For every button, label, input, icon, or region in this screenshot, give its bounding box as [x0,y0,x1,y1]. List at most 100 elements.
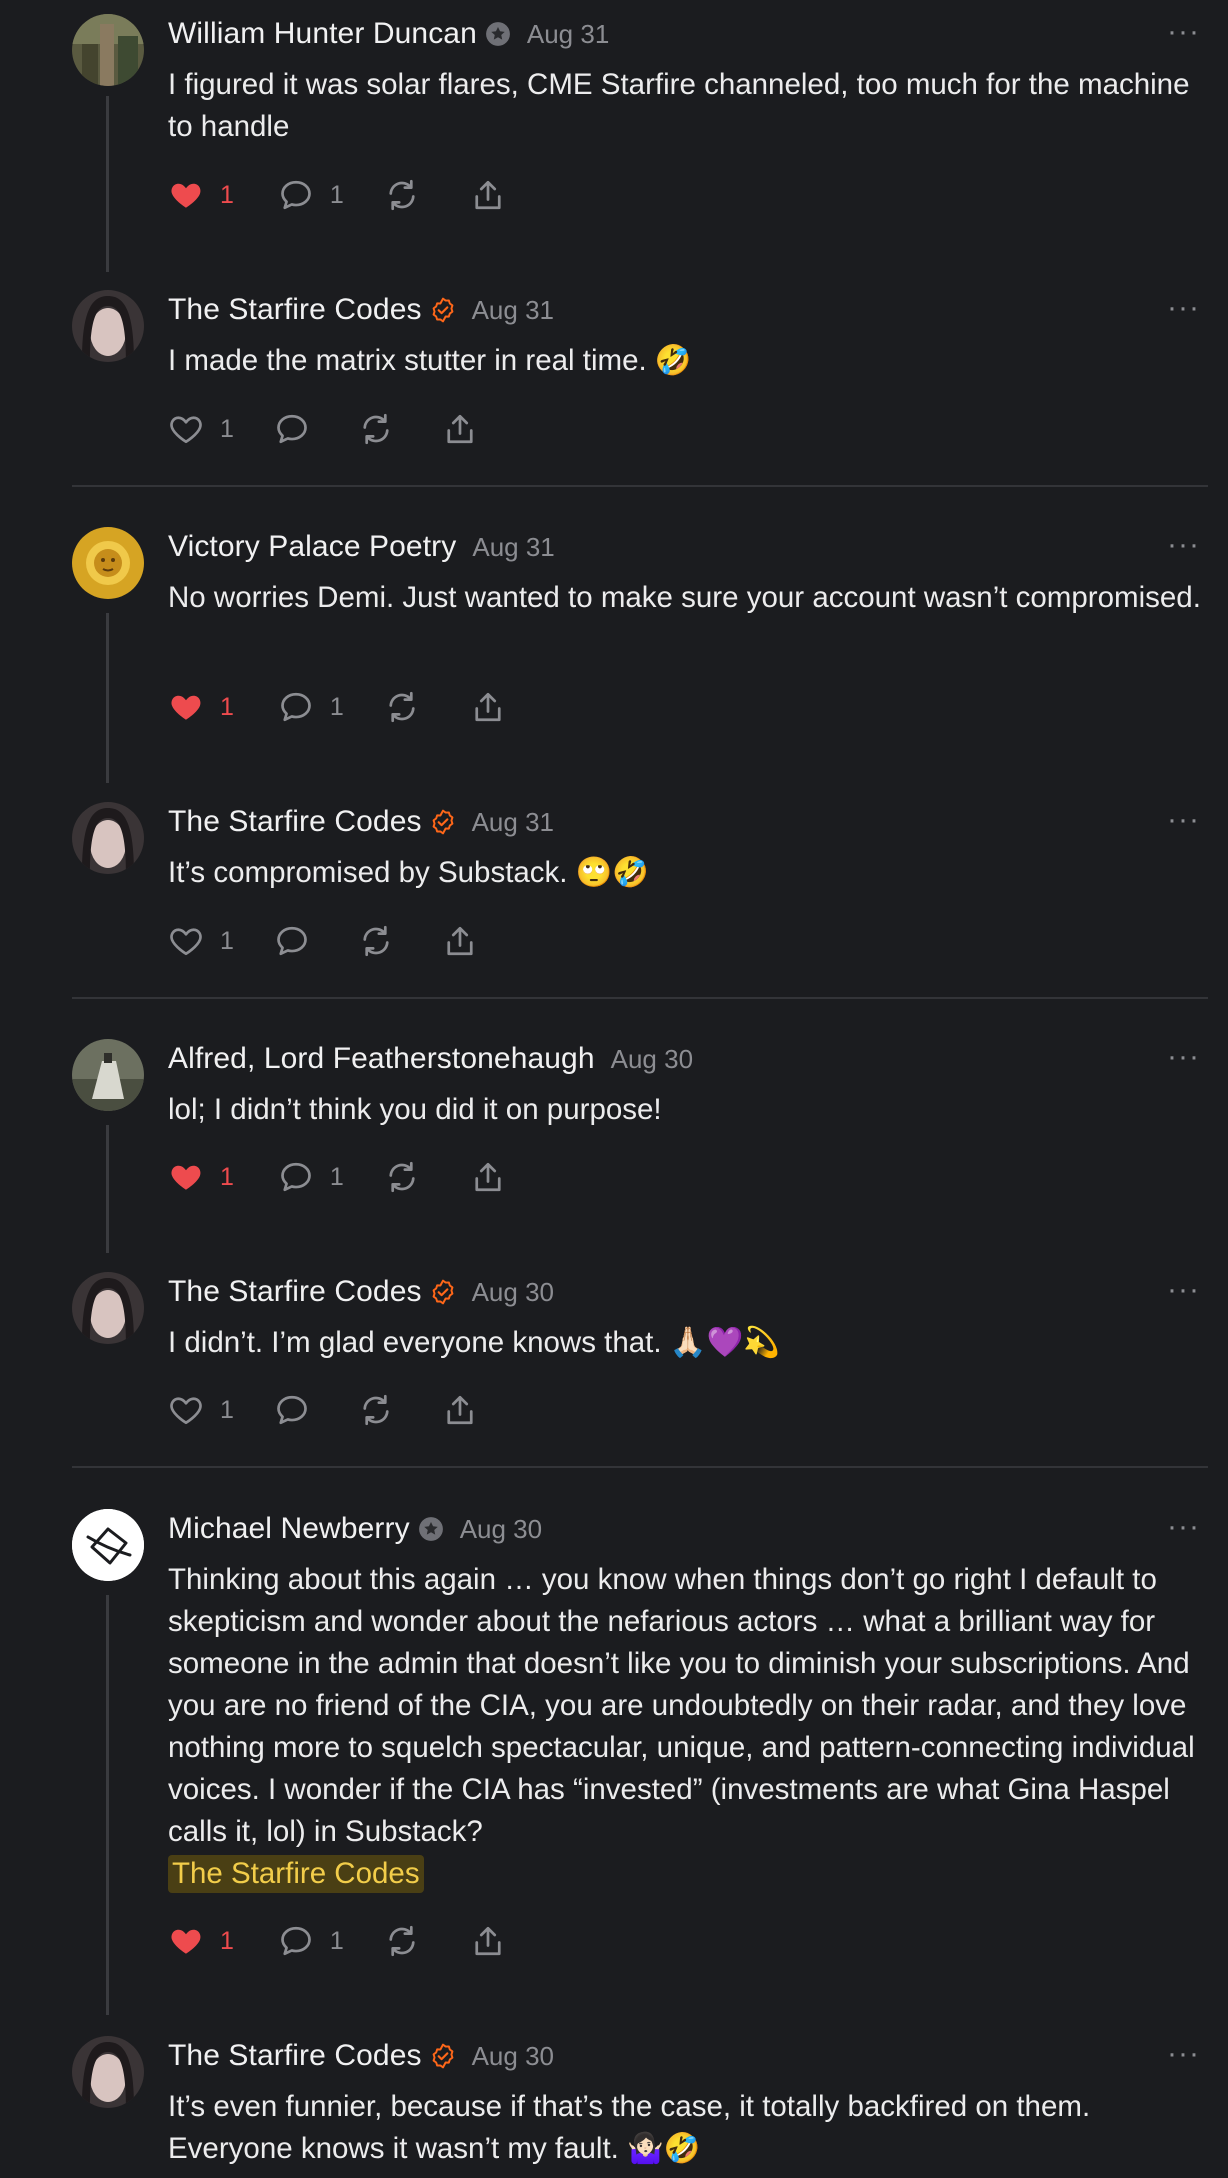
more-options-icon[interactable]: ··· [1167,805,1200,835]
avatar[interactable] [72,1272,144,1344]
verified-check-icon [430,2043,456,2069]
share-button[interactable] [470,177,506,213]
share-icon [442,1392,478,1428]
like-button[interactable]: 1 [168,1923,234,1959]
heart-outline-icon [168,1392,204,1428]
reply-button[interactable] [274,923,310,959]
verified-check-icon [430,297,456,323]
restack-button[interactable] [384,177,420,213]
share-icon [470,1923,506,1959]
thread-divider [72,997,1208,999]
reply-count: 1 [329,180,344,209]
comment-header: The Starfire Codes Aug 31 [168,290,554,330]
author-name[interactable]: The Starfire Codes [168,1275,422,1309]
author-name[interactable]: Michael Newberry [168,1512,410,1546]
comment-actions: 1 [168,921,478,961]
comment-actions: 1 1 [168,687,506,727]
comment-header: Michael Newberry Aug 30 [168,1509,542,1549]
like-button[interactable]: 1 [168,411,234,447]
avatar[interactable] [72,14,144,86]
more-options-icon[interactable]: ··· [1167,1275,1200,1305]
like-count: 1 [220,414,234,443]
restack-button[interactable] [358,411,394,447]
share-icon [442,923,478,959]
avatar[interactable] [72,1509,144,1581]
comment-date[interactable]: Aug 31 [472,295,554,326]
like-button[interactable]: 1 [168,923,234,959]
author-name[interactable]: The Starfire Codes [168,805,422,839]
heart-filled-icon [168,177,204,213]
comment-actions: 1 1 [168,1157,506,1197]
reply-button[interactable] [274,1392,310,1428]
more-options-icon[interactable]: ··· [1167,1042,1200,1072]
share-button[interactable] [442,923,478,959]
comment-icon [278,177,314,213]
restack-button[interactable] [384,1923,420,1959]
like-button[interactable]: 1 [168,1159,234,1195]
like-button[interactable]: 1 [168,1392,234,1428]
share-button[interactable] [470,689,506,725]
comment-date[interactable]: Aug 30 [472,2041,554,2072]
avatar[interactable] [72,802,144,874]
thread-line [106,96,109,272]
thread-divider [72,1466,1208,1468]
more-options-icon[interactable]: ··· [1167,293,1200,323]
restack-icon [358,1392,394,1428]
comment-date[interactable]: Aug 30 [472,1277,554,1308]
author-name[interactable]: William Hunter Duncan [168,17,477,51]
comment-icon [274,923,310,959]
restack-button[interactable] [358,923,394,959]
comment-text: It’s even funnier, because if that’s the… [168,2090,1091,2165]
like-count: 1 [220,1162,234,1191]
heart-outline-icon [168,923,204,959]
comment-date[interactable]: Aug 31 [472,532,554,563]
logo-icon [72,1509,144,1581]
comment-date[interactable]: Aug 31 [472,807,554,838]
more-options-icon[interactable]: ··· [1167,17,1200,47]
verified-check-icon [430,1279,456,1305]
thread-line [106,613,109,783]
more-options-icon[interactable]: ··· [1167,1512,1200,1542]
mention-link[interactable]: The Starfire Codes [168,1855,424,1893]
restack-button[interactable] [384,689,420,725]
share-button[interactable] [470,1159,506,1195]
comment-date[interactable]: Aug 30 [611,1044,693,1075]
comment-actions: 1 [168,409,478,449]
comment-date[interactable]: Aug 31 [527,19,609,50]
like-button[interactable]: 1 [168,689,234,725]
comment-actions: 1 1 [168,175,506,215]
more-options-icon[interactable]: ··· [1167,530,1200,560]
comment-text: lol; I didn’t think you did it on purpos… [168,1093,662,1126]
subscriber-badge-icon [418,1516,444,1542]
share-icon [470,177,506,213]
share-button[interactable] [470,1923,506,1959]
restack-icon [384,1159,420,1195]
author-name[interactable]: Alfred, Lord Featherstonehaugh [168,1042,595,1076]
share-button[interactable] [442,411,478,447]
reply-button[interactable]: 1 [278,177,344,213]
restack-icon [384,1923,420,1959]
like-button[interactable]: 1 [168,177,234,213]
reply-button[interactable] [274,411,310,447]
avatar[interactable] [72,290,144,362]
avatar[interactable] [72,2036,144,2108]
restack-button[interactable] [384,1159,420,1195]
like-count: 1 [220,1395,234,1424]
share-button[interactable] [442,1392,478,1428]
comment-icon [278,1159,314,1195]
avatar[interactable] [72,1039,144,1111]
more-options-icon[interactable]: ··· [1167,2039,1200,2069]
comment-date[interactable]: Aug 30 [460,1514,542,1545]
author-name[interactable]: The Starfire Codes [168,2039,422,2073]
comment-text: I figured it was solar flares, CME Starf… [168,68,1190,143]
avatar[interactable] [72,527,144,599]
reply-button[interactable]: 1 [278,689,344,725]
comment-header: The Starfire Codes Aug 31 [168,802,554,842]
restack-button[interactable] [358,1392,394,1428]
reply-button[interactable]: 1 [278,1923,344,1959]
like-count: 1 [220,926,234,955]
comment-header: Alfred, Lord Featherstonehaugh Aug 30 [168,1039,693,1079]
reply-button[interactable]: 1 [278,1159,344,1195]
author-name[interactable]: The Starfire Codes [168,293,422,327]
author-name[interactable]: Victory Palace Poetry [168,530,456,564]
